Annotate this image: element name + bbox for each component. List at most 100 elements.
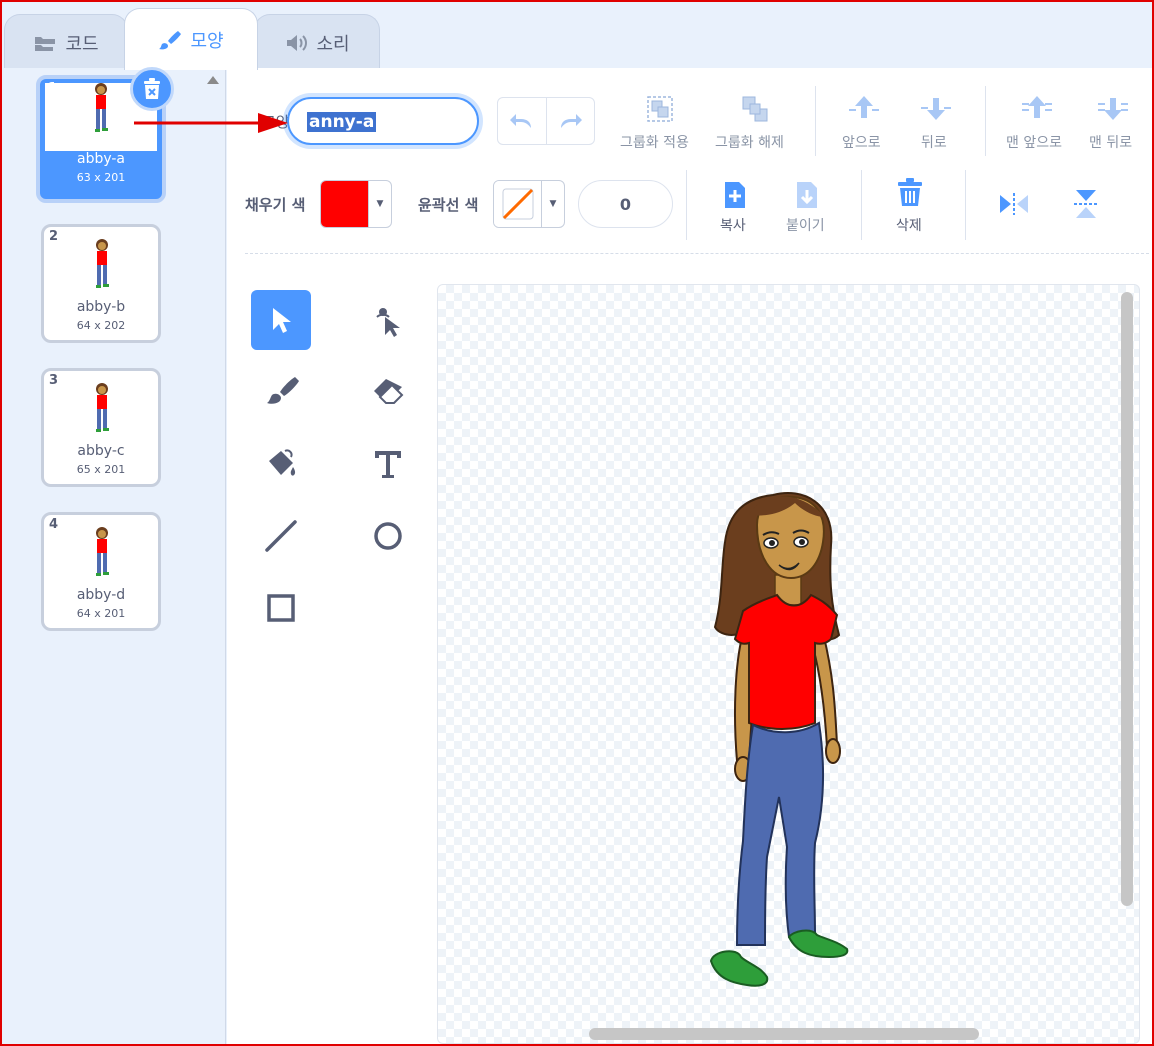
divider bbox=[861, 170, 862, 240]
divider bbox=[686, 170, 687, 240]
costume-number: 4 bbox=[49, 517, 59, 532]
brush-tool[interactable] bbox=[251, 362, 311, 422]
paint-bucket-icon bbox=[269, 449, 296, 476]
costume-name: abby-b bbox=[76, 299, 126, 315]
costume-size: 64 x 202 bbox=[76, 319, 126, 332]
delete-costume-button[interactable] bbox=[130, 67, 174, 111]
tab-code-label: 코드 bbox=[65, 33, 99, 55]
paintbrush-icon bbox=[159, 30, 182, 49]
trash-close-icon bbox=[144, 78, 160, 99]
fill-dropdown-arrow-icon[interactable]: ▼ bbox=[368, 181, 391, 227]
flip-horizontal-icon[interactable] bbox=[998, 192, 1030, 216]
divider bbox=[985, 86, 986, 156]
paste-icon bbox=[797, 182, 817, 208]
outline-width-input[interactable]: 0 bbox=[578, 180, 673, 228]
fill-color-swatch[interactable] bbox=[321, 181, 369, 227]
editor-tab-bar: 코드 모양 소리 bbox=[2, 2, 1152, 70]
undo-redo-group bbox=[497, 97, 595, 145]
outline-color-picker[interactable]: ▼ bbox=[493, 180, 565, 228]
forward-arrow-icon bbox=[849, 96, 879, 118]
undo-button[interactable] bbox=[498, 98, 546, 144]
flip-vertical-icon[interactable] bbox=[1073, 188, 1099, 220]
reshape-icon bbox=[376, 308, 400, 337]
redo-button[interactable] bbox=[545, 98, 595, 144]
arrow-cursor-icon bbox=[273, 308, 291, 333]
paint-canvas[interactable] bbox=[437, 284, 1140, 1044]
outline-color-swatch[interactable] bbox=[494, 181, 542, 227]
costume-name: abby-d bbox=[76, 587, 126, 603]
fill-tool[interactable] bbox=[251, 434, 311, 494]
group-icon bbox=[647, 96, 673, 122]
tab-sounds-label: 소리 bbox=[316, 33, 350, 55]
canvas-vertical-scrollbar[interactable] bbox=[1121, 292, 1133, 906]
annotation-arrow-icon bbox=[134, 113, 288, 133]
costume-item-3[interactable]: 3 abby-c 65 x 201 bbox=[41, 368, 161, 487]
code-blocks-icon bbox=[35, 36, 56, 51]
backward-arrow-icon bbox=[921, 98, 951, 120]
circle-tool[interactable] bbox=[358, 506, 418, 566]
backward-label: 뒤로 bbox=[921, 135, 947, 151]
costume-name-value[interactable]: anny-a bbox=[307, 112, 377, 132]
costume-thumbnail bbox=[58, 239, 146, 299]
text-t-icon bbox=[375, 451, 401, 478]
circle-icon bbox=[374, 522, 402, 550]
costume-name-input[interactable]: anny-a bbox=[287, 97, 479, 145]
to-back-icon bbox=[1098, 98, 1128, 120]
ungroup-label: 그룹화 해제 bbox=[715, 135, 784, 151]
costume-number: 3 bbox=[49, 373, 59, 388]
costume-thumbnail bbox=[58, 383, 146, 443]
abby-thumbnail-image bbox=[96, 239, 109, 288]
redo-icon bbox=[561, 114, 583, 128]
abby-thumbnail-image bbox=[96, 383, 109, 432]
eraser-tool[interactable] bbox=[358, 362, 418, 422]
rectangle-tool[interactable] bbox=[251, 578, 311, 638]
brush-icon bbox=[267, 377, 299, 404]
costume-name: abby-a bbox=[76, 151, 126, 167]
copy-label: 복사 bbox=[720, 218, 746, 234]
tab-code[interactable]: 코드 bbox=[4, 14, 128, 70]
costume-size: 63 x 201 bbox=[76, 171, 126, 184]
to-front-icon bbox=[1022, 96, 1052, 118]
fill-color-picker[interactable]: ▼ bbox=[320, 180, 392, 228]
rectangle-icon bbox=[267, 594, 295, 622]
costume-size: 64 x 201 bbox=[76, 607, 126, 620]
costume-list-scrollbar[interactable] bbox=[200, 68, 226, 1044]
scroll-up-arrow-icon[interactable] bbox=[207, 76, 219, 84]
delete-label: 삭제 bbox=[896, 218, 922, 234]
to-front-label: 맨 앞으로 bbox=[1006, 135, 1062, 151]
copy-icon bbox=[725, 182, 745, 208]
undo-icon bbox=[509, 114, 531, 128]
paste-label: 붙이기 bbox=[786, 218, 825, 234]
tab-sounds[interactable]: 소리 bbox=[254, 14, 380, 70]
abby-thumbnail-image bbox=[96, 527, 109, 576]
divider bbox=[815, 86, 816, 156]
tab-costumes-label: 모양 bbox=[190, 30, 224, 52]
costume-number: 2 bbox=[49, 229, 59, 244]
ungroup-icon bbox=[742, 96, 768, 122]
costume-thumbnail bbox=[58, 527, 146, 587]
trash-icon bbox=[898, 178, 922, 206]
abby-costume-drawing bbox=[709, 492, 849, 987]
outline-color-label: 윤곽선 색 bbox=[418, 196, 479, 214]
line-icon bbox=[265, 520, 297, 552]
tab-costumes[interactable]: 모양 bbox=[124, 8, 258, 70]
forward-label: 앞으로 bbox=[842, 135, 881, 151]
costume-item-4[interactable]: 4 abby-d 64 x 201 bbox=[41, 512, 161, 631]
divider bbox=[965, 170, 966, 240]
eraser-icon bbox=[374, 379, 404, 404]
text-tool[interactable] bbox=[358, 434, 418, 494]
fill-color-label: 채우기 색 bbox=[245, 196, 306, 214]
speaker-icon bbox=[287, 34, 308, 51]
to-back-label: 맨 뒤로 bbox=[1089, 135, 1133, 151]
select-tool[interactable] bbox=[251, 290, 311, 350]
line-tool[interactable] bbox=[251, 506, 311, 566]
reshape-tool[interactable] bbox=[358, 290, 418, 350]
costume-size: 65 x 201 bbox=[76, 463, 126, 476]
toolbar-divider bbox=[245, 253, 1149, 254]
costume-item-2[interactable]: 2 abby-b 64 x 202 bbox=[41, 224, 161, 343]
outline-dropdown-arrow-icon[interactable]: ▼ bbox=[541, 181, 564, 227]
costume-name: abby-c bbox=[77, 443, 125, 459]
group-label: 그룹화 적용 bbox=[620, 135, 689, 151]
abby-thumbnail-image bbox=[95, 83, 108, 132]
canvas-horizontal-scrollbar[interactable] bbox=[589, 1028, 979, 1040]
